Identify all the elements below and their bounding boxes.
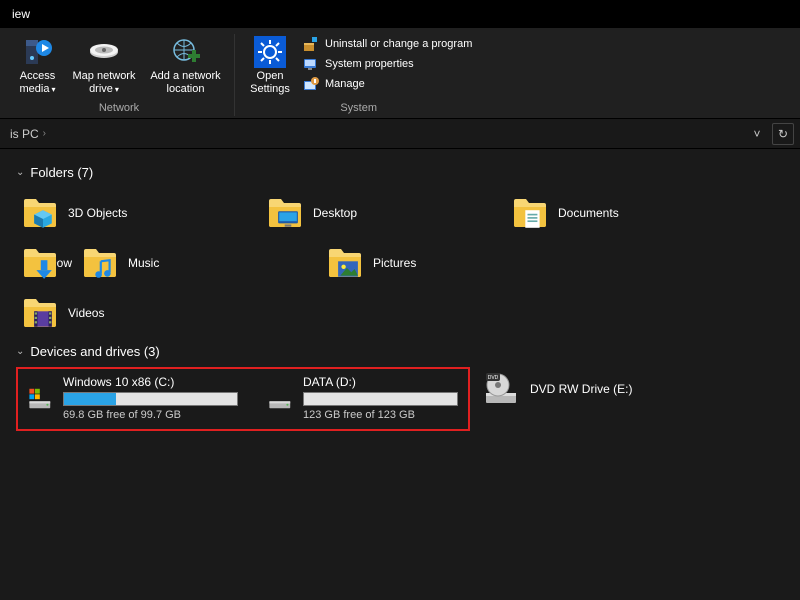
drive-label: DVD RW Drive (E:) bbox=[530, 382, 632, 396]
ribbon-tabstrip: iew bbox=[0, 0, 800, 28]
folder-music[interactable]: Music bbox=[72, 238, 317, 288]
manage-icon bbox=[303, 76, 319, 92]
folder-pictures[interactable]: Pictures bbox=[317, 238, 562, 288]
drive-usage-bar bbox=[63, 392, 238, 406]
open-settings-button[interactable]: OpenSettings bbox=[241, 34, 299, 98]
system-properties-button[interactable]: System properties bbox=[303, 56, 472, 72]
breadcrumb-this-pc[interactable]: is PC bbox=[6, 127, 43, 141]
group-title-network: Network bbox=[99, 102, 139, 116]
download-arrow-icon bbox=[32, 259, 54, 279]
folder-desktop[interactable]: Desktop bbox=[257, 188, 502, 238]
dvd-drive-icon: DVD bbox=[484, 371, 520, 407]
add-network-icon bbox=[170, 36, 202, 68]
folder-label: Documents bbox=[558, 206, 619, 220]
ribbon-group-network: Accessmedia▾ Map networkdrive▾ Add a net… bbox=[4, 34, 235, 116]
folders-header-text: Folders (7) bbox=[30, 165, 93, 180]
label: System properties bbox=[325, 58, 414, 70]
access-media-button[interactable]: Accessmedia▾ bbox=[10, 34, 65, 98]
server-media-icon bbox=[22, 36, 54, 68]
chevron-down-icon: ▾ bbox=[115, 85, 119, 94]
drive-label: DATA (D:) bbox=[303, 375, 458, 389]
svg-text:DVD: DVD bbox=[488, 375, 499, 381]
settings-gear-icon bbox=[254, 36, 286, 68]
highlight-box: Windows 10 x86 (C:) 69.8 GB free of 99.7… bbox=[16, 367, 470, 431]
label: Manage bbox=[325, 78, 365, 90]
label: Uninstall or change a program bbox=[325, 38, 472, 50]
hdd-icon bbox=[268, 375, 293, 411]
drive-dvd[interactable]: DVD DVD RW Drive (E:) bbox=[484, 367, 694, 407]
picture-icon bbox=[337, 259, 359, 279]
music-note-icon bbox=[92, 259, 114, 279]
chevron-right-icon: › bbox=[43, 128, 46, 139]
drives-header-text: Devices and drives (3) bbox=[30, 344, 159, 359]
drive-free-text: 69.8 GB free of 99.7 GB bbox=[63, 409, 238, 421]
chevron-down-icon: ⌄ bbox=[16, 346, 24, 357]
os-drive-icon bbox=[28, 375, 53, 411]
label: Accessmedia bbox=[20, 70, 56, 95]
folder-label: Pictures bbox=[373, 256, 416, 270]
drives-section-header[interactable]: ⌄ Devices and drives (3) bbox=[16, 344, 800, 359]
label: Map networkdrive bbox=[73, 70, 136, 95]
folder-documents[interactable]: Documents bbox=[502, 188, 747, 238]
folder-label: Videos bbox=[68, 306, 104, 320]
breadcrumb-bar[interactable]: is PC › ˅ ↻ bbox=[0, 119, 800, 149]
drive-usage-bar bbox=[303, 392, 458, 406]
folder-3d-objects[interactable]: 3D Objects bbox=[12, 188, 257, 238]
cube-icon bbox=[32, 209, 54, 229]
used-fill bbox=[64, 393, 116, 405]
monitor-icon bbox=[277, 209, 299, 229]
add-network-location-button[interactable]: Add a networklocation bbox=[143, 34, 228, 98]
network-drive-icon bbox=[88, 36, 120, 68]
folder-label: Desktop bbox=[313, 206, 357, 220]
uninstall-icon bbox=[303, 36, 319, 52]
label: Add a networklocation bbox=[150, 70, 220, 96]
uninstall-program-button[interactable]: Uninstall or change a program bbox=[303, 36, 472, 52]
folders-grid: 3D Objects Desktop Documents Dow bbox=[12, 188, 800, 338]
folder-downloads[interactable]: Dow bbox=[12, 238, 72, 288]
folder-label: Music bbox=[128, 256, 159, 270]
film-icon bbox=[32, 309, 54, 329]
folder-videos[interactable]: Videos bbox=[12, 288, 257, 338]
label: OpenSettings bbox=[250, 70, 290, 96]
content-pane: ⌄ Folders (7) 3D Objects Desktop Documen… bbox=[0, 149, 800, 431]
document-icon bbox=[522, 209, 544, 229]
drive-c[interactable]: Windows 10 x86 (C:) 69.8 GB free of 99.7… bbox=[28, 375, 238, 421]
chevron-down-icon: ⌄ bbox=[16, 167, 24, 178]
drive-free-text: 123 GB free of 123 GB bbox=[303, 409, 458, 421]
manage-button[interactable]: Manage bbox=[303, 76, 472, 92]
folders-section-header[interactable]: ⌄ Folders (7) bbox=[16, 165, 800, 180]
map-network-drive-button[interactable]: Map networkdrive▾ bbox=[65, 34, 143, 98]
refresh-icon[interactable]: ↻ bbox=[772, 123, 794, 145]
drive-d[interactable]: DATA (D:) 123 GB free of 123 GB bbox=[268, 375, 458, 421]
ribbon-group-system: OpenSettings Uninstall or change a progr… bbox=[235, 34, 482, 116]
folder-label: 3D Objects bbox=[68, 206, 127, 220]
tab-view[interactable]: iew bbox=[4, 3, 38, 25]
group-title-system: System bbox=[340, 102, 377, 116]
drive-label: Windows 10 x86 (C:) bbox=[63, 375, 238, 389]
chevron-down-icon: ▾ bbox=[51, 85, 55, 94]
ribbon: Accessmedia▾ Map networkdrive▾ Add a net… bbox=[0, 28, 800, 119]
properties-icon bbox=[303, 56, 319, 72]
dropdown-history-icon[interactable]: ˅ bbox=[746, 123, 768, 145]
